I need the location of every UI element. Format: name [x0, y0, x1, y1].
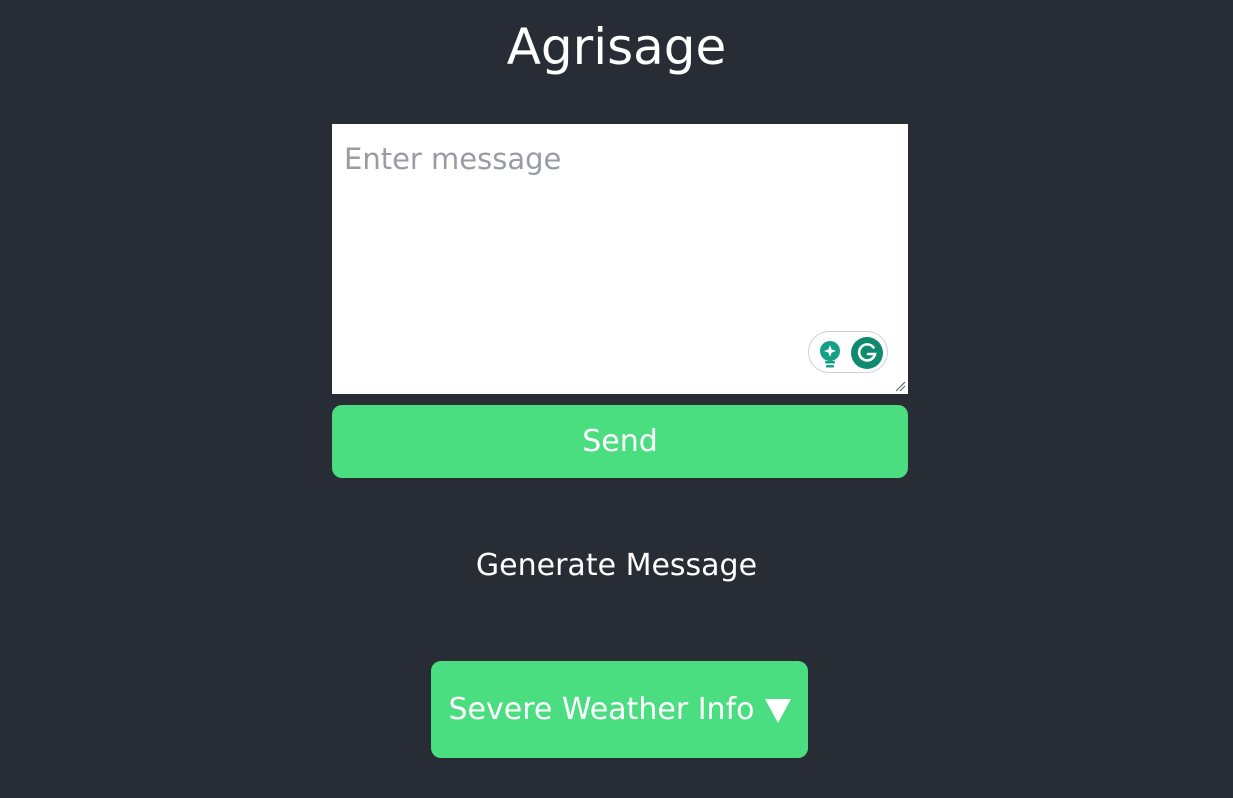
page-title: Agrisage — [506, 18, 727, 76]
app-root: Agrisage Send Generate Message Severe We… — [0, 0, 1233, 798]
severe-weather-label: Severe Weather Info — [448, 692, 755, 727]
triangle-down-icon — [764, 698, 791, 723]
generate-message-button[interactable]: Generate Message — [476, 548, 757, 583]
send-button[interactable]: Send — [332, 405, 908, 478]
grammarly-widget[interactable] — [808, 331, 888, 373]
message-box — [332, 124, 908, 394]
grammarly-icon[interactable] — [851, 337, 883, 369]
resize-grip-icon[interactable] — [894, 380, 906, 392]
lightbulb-icon[interactable] — [817, 340, 843, 368]
severe-weather-button[interactable]: Severe Weather Info — [431, 661, 808, 758]
generate-message-row: Generate Message — [0, 544, 1233, 588]
